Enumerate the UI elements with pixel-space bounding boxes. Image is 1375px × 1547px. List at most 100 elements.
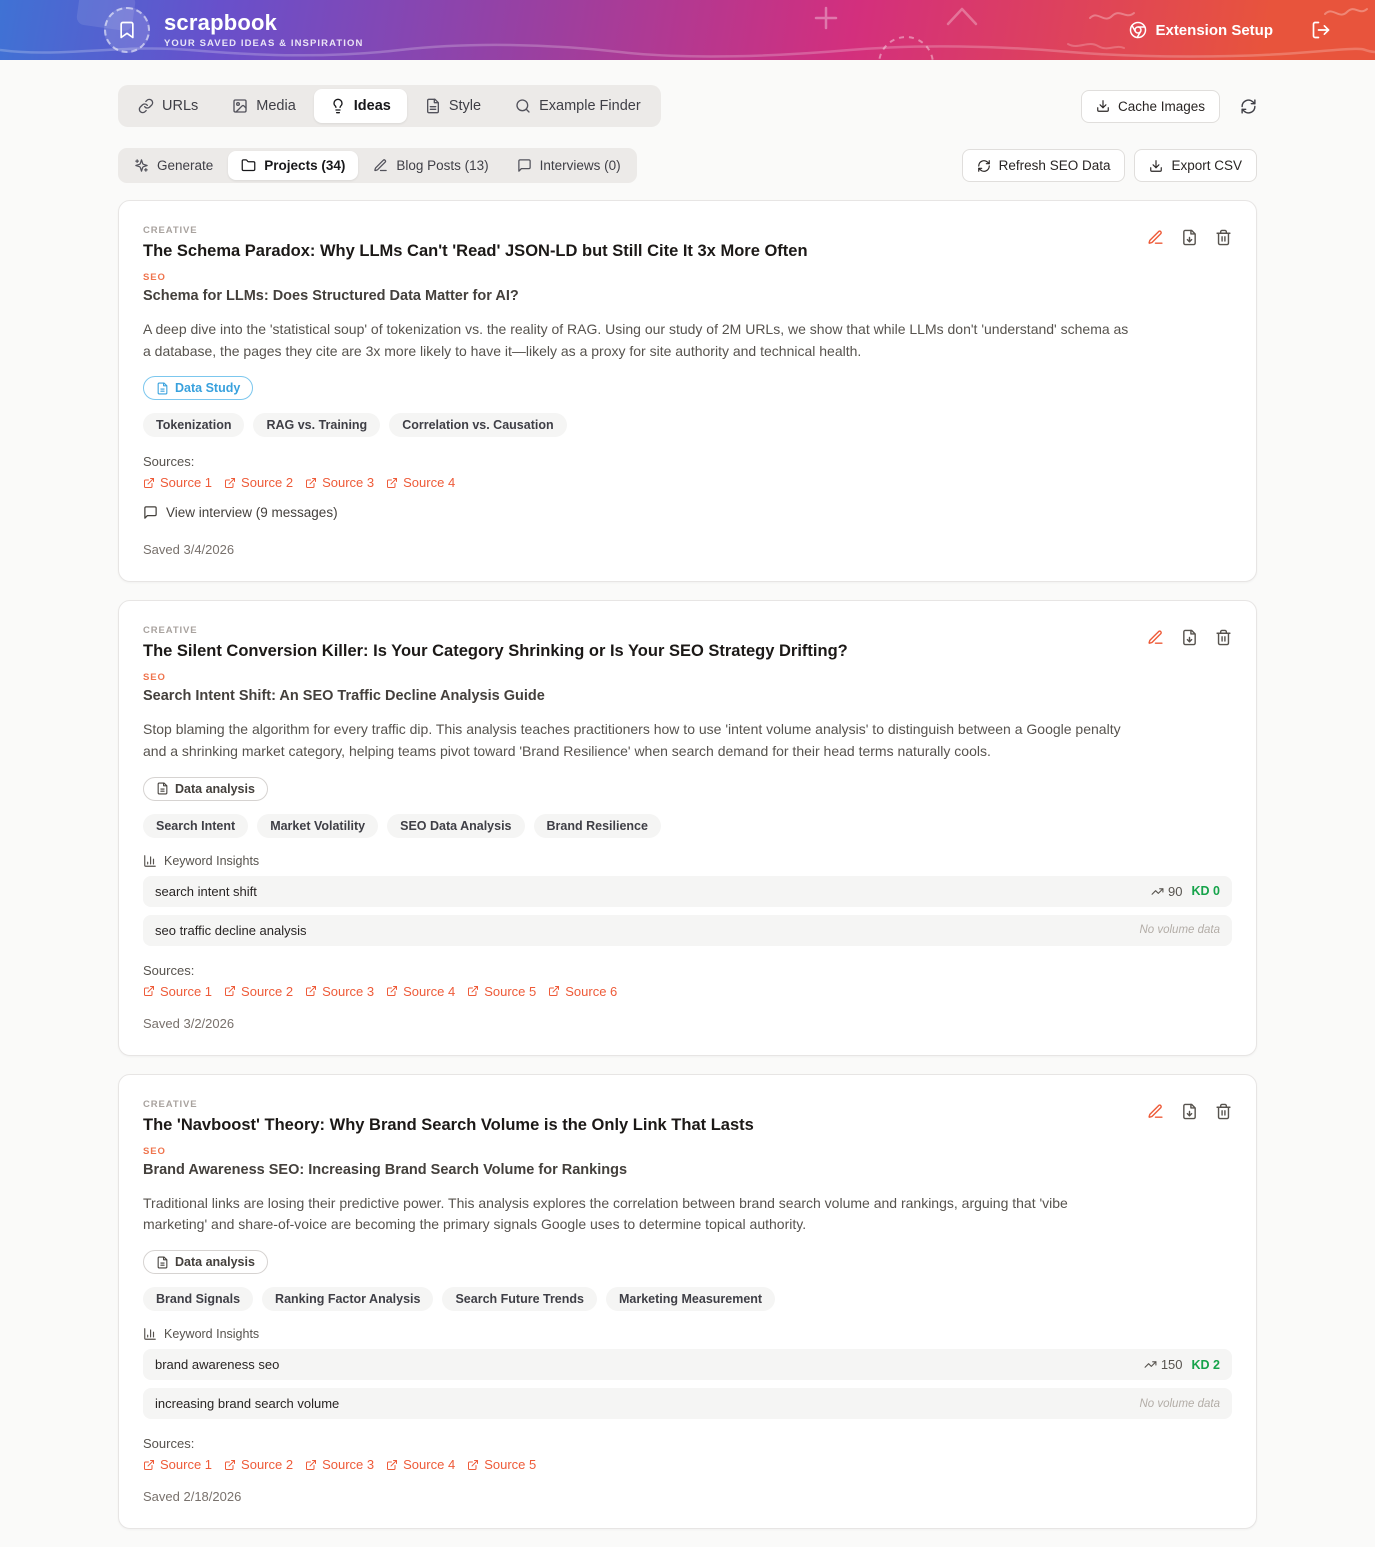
external-link-icon: [386, 985, 398, 997]
tab-interviews[interactable]: Interviews (0): [504, 151, 634, 180]
source-link[interactable]: Source 4: [386, 984, 455, 999]
tab-projects[interactable]: Projects (34): [228, 151, 358, 180]
external-link-icon: [305, 985, 317, 997]
export-csv-button[interactable]: Export CSV: [1134, 149, 1257, 182]
tab-blog-posts[interactable]: Blog Posts (13): [360, 151, 501, 180]
brand: scrapbook YOUR SAVED IDEAS & INSPIRATION: [104, 7, 363, 53]
trending-up-icon: [1144, 1358, 1157, 1371]
external-link-icon: [305, 1459, 317, 1471]
seo-label: SEO: [143, 272, 808, 283]
external-link-icon: [224, 985, 236, 997]
keyword-insights-header: Keyword Insights: [143, 1327, 1232, 1341]
tab-ideas-label: Ideas: [354, 98, 391, 114]
source-link[interactable]: Source 2: [224, 475, 293, 490]
source-link[interactable]: Source 1: [143, 475, 212, 490]
source-link[interactable]: Source 3: [305, 1457, 374, 1472]
link-icon: [138, 98, 154, 114]
trending-up-icon: [1151, 885, 1164, 898]
format-badge: Data Study: [143, 376, 253, 400]
tab-style[interactable]: Style: [409, 89, 497, 123]
trash-icon[interactable]: [1215, 1103, 1232, 1120]
idea-card: CREATIVE The 'Navboost' Theory: Why Bran…: [118, 1074, 1257, 1529]
view-interview-link[interactable]: View interview (9 messages): [143, 505, 338, 520]
external-link-icon: [467, 985, 479, 997]
tab-interviews-label: Interviews (0): [540, 158, 621, 173]
keyword-no-volume: No volume data: [1139, 1398, 1220, 1410]
keyword-row: search intent shift 90 KD 0: [143, 876, 1232, 907]
tab-ideas[interactable]: Ideas: [314, 89, 407, 123]
logout-icon[interactable]: [1311, 20, 1331, 40]
external-link-icon: [143, 477, 155, 489]
logo-badge: [104, 7, 150, 53]
refresh-icon: [977, 159, 991, 173]
download-icon: [1096, 99, 1110, 113]
file-text-icon: [156, 782, 169, 795]
idea-card: CREATIVE The Schema Paradox: Why LLMs Ca…: [118, 200, 1257, 582]
format-badge: Data analysis: [143, 1250, 268, 1274]
keyword-volume: 150: [1161, 1357, 1183, 1372]
trash-icon[interactable]: [1215, 229, 1232, 246]
source-link[interactable]: Source 2: [224, 1457, 293, 1472]
source-link[interactable]: Source 2: [224, 984, 293, 999]
trash-icon[interactable]: [1215, 629, 1232, 646]
extension-setup-label: Extension Setup: [1155, 22, 1273, 39]
source-link[interactable]: Source 1: [143, 1457, 212, 1472]
card-title: The Silent Conversion Killer: Is Your Ca…: [143, 642, 848, 661]
source-link[interactable]: Source 6: [548, 984, 617, 999]
chat-icon: [517, 158, 532, 173]
source-link[interactable]: Source 1: [143, 984, 212, 999]
download-icon: [1149, 159, 1163, 173]
export-csv-label: Export CSV: [1171, 158, 1242, 173]
keyword-volume: 90: [1168, 884, 1182, 899]
creative-label: CREATIVE: [143, 625, 848, 636]
tab-urls[interactable]: URLs: [122, 89, 214, 123]
sub-tab-bar: Generate Projects (34) Blog Posts (13) I…: [118, 148, 637, 183]
source-link[interactable]: Source 5: [467, 1457, 536, 1472]
keyword-term: search intent shift: [155, 884, 257, 899]
topic-tag: Search Future Trends: [442, 1287, 597, 1311]
file-export-icon[interactable]: [1181, 1103, 1198, 1120]
app-tagline: YOUR SAVED IDEAS & INSPIRATION: [164, 38, 363, 49]
cache-images-button[interactable]: Cache Images: [1081, 90, 1220, 123]
edit-icon[interactable]: [1147, 629, 1164, 646]
tab-example-finder[interactable]: Example Finder: [499, 89, 657, 123]
sources-label: Sources:: [143, 454, 1232, 469]
cache-images-label: Cache Images: [1118, 99, 1205, 114]
file-text-icon: [156, 1256, 169, 1269]
source-link[interactable]: Source 5: [467, 984, 536, 999]
topic-tag: Brand Signals: [143, 1287, 253, 1311]
tab-generate-label: Generate: [157, 158, 213, 173]
tab-style-label: Style: [449, 98, 481, 114]
refresh-seo-data-label: Refresh SEO Data: [999, 158, 1111, 173]
tab-urls-label: URLs: [162, 98, 198, 114]
card-title: The Schema Paradox: Why LLMs Can't 'Read…: [143, 242, 808, 261]
external-link-icon: [143, 985, 155, 997]
keyword-row: increasing brand search volume No volume…: [143, 1388, 1232, 1419]
source-link[interactable]: Source 4: [386, 1457, 455, 1472]
source-link[interactable]: Source 3: [305, 984, 374, 999]
keyword-row: brand awareness seo 150 KD 2: [143, 1349, 1232, 1380]
file-export-icon[interactable]: [1181, 229, 1198, 246]
edit-icon[interactable]: [1147, 229, 1164, 246]
file-export-icon[interactable]: [1181, 629, 1198, 646]
idea-card: CREATIVE The Silent Conversion Killer: I…: [118, 600, 1257, 1055]
extension-setup-button[interactable]: Extension Setup: [1129, 21, 1273, 39]
keyword-difficulty: KD 2: [1192, 1358, 1220, 1372]
chrome-icon: [1129, 21, 1147, 39]
source-link[interactable]: Source 4: [386, 475, 455, 490]
edit-icon[interactable]: [1147, 1103, 1164, 1120]
saved-date: Saved 2/18/2026: [143, 1489, 1232, 1504]
bar-chart-icon: [143, 854, 157, 868]
tab-media[interactable]: Media: [216, 89, 312, 123]
refresh-seo-data-button[interactable]: Refresh SEO Data: [962, 149, 1126, 182]
source-link[interactable]: Source 3: [305, 475, 374, 490]
sparkles-icon: [134, 158, 149, 173]
tab-example-finder-label: Example Finder: [539, 98, 641, 114]
tab-generate[interactable]: Generate: [121, 151, 226, 180]
topic-tag: Market Volatility: [257, 814, 378, 838]
refresh-icon[interactable]: [1240, 98, 1257, 115]
external-link-icon: [305, 477, 317, 489]
saved-date: Saved 3/2/2026: [143, 1016, 1232, 1031]
format-badge-label: Data analysis: [175, 782, 255, 796]
keyword-insights-header: Keyword Insights: [143, 854, 1232, 868]
